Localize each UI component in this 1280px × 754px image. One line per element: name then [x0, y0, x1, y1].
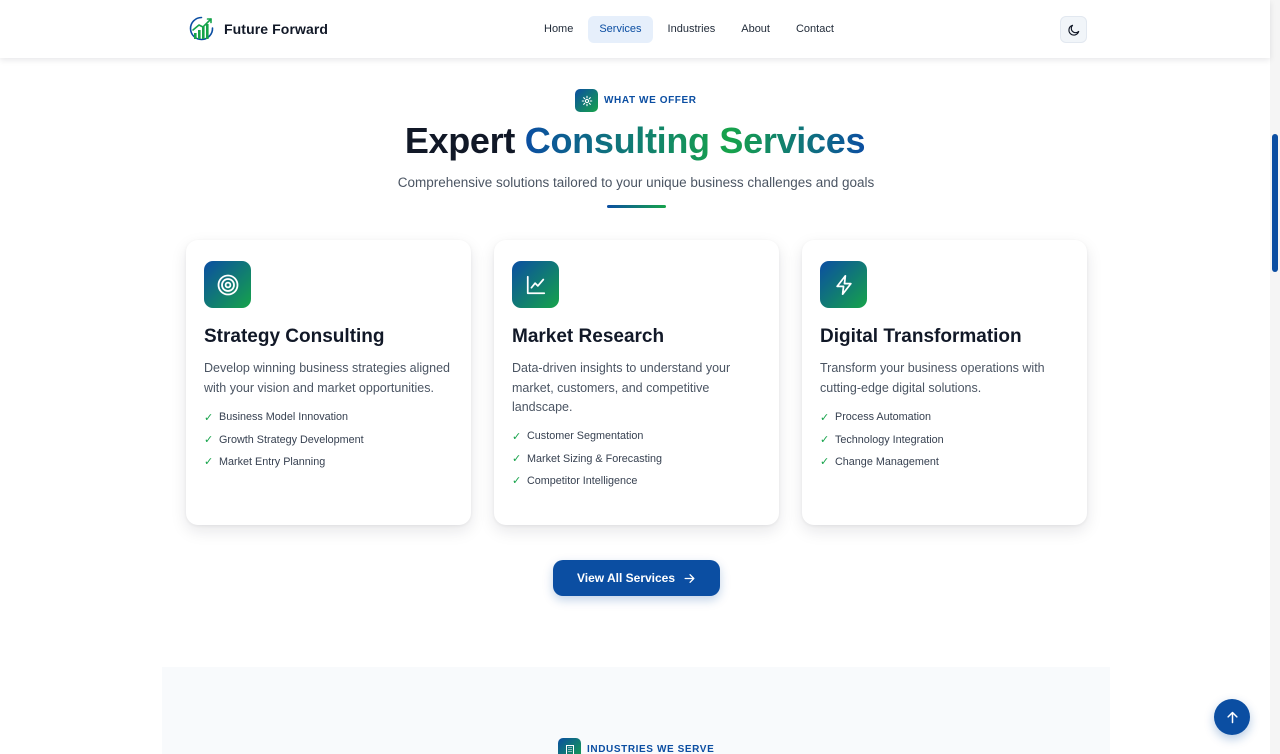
list-item: ✓ Growth Strategy Development	[204, 428, 364, 450]
list-item: ✓ Customer Segmentation	[512, 425, 662, 447]
main-nav: Home Services Industries About Contact	[533, 16, 845, 43]
feature-label: Growth Strategy Development	[219, 433, 364, 446]
list-item: ✓ Technology Integration	[820, 428, 944, 450]
check-icon: ✓	[820, 434, 830, 447]
check-icon: ✓	[820, 456, 830, 469]
scrollbar-thumb[interactable]	[1272, 134, 1278, 272]
lightning-icon	[820, 261, 867, 308]
card-description: Data-driven insights to understand your …	[512, 361, 731, 414]
service-card-digital-transformation[interactable]: Digital Transformation Transform your bu…	[802, 240, 1087, 525]
check-icon: ✓	[512, 430, 522, 443]
industries-eyebrow: INDUSTRIES WE SERVE	[558, 738, 714, 754]
industries-eyebrow-label: INDUSTRIES WE SERVE	[587, 744, 715, 754]
moon-icon	[1067, 24, 1079, 36]
feature-label: Customer Segmentation	[527, 430, 644, 443]
nav-item-services[interactable]: Services	[588, 16, 653, 43]
feature-label: Change Management	[835, 455, 939, 468]
brand-name: Future Forward	[224, 20, 329, 37]
feature-label: Technology Integration	[835, 433, 944, 446]
list-item: ✓ Process Automation	[820, 406, 944, 428]
page-title: Expert Consulting Services	[0, 120, 1270, 162]
scrollbar-track[interactable]	[1270, 0, 1280, 754]
gear-icon	[575, 89, 598, 112]
list-item: ✓ Change Management	[820, 451, 944, 473]
check-icon: ✓	[512, 475, 522, 488]
check-icon: ✓	[204, 411, 214, 424]
nav-item-home[interactable]: Home	[533, 16, 584, 43]
nav-item-about[interactable]: About	[730, 16, 781, 43]
card-title: Strategy Consulting	[204, 326, 385, 347]
nav-item-industries[interactable]: Industries	[657, 16, 727, 43]
feature-label: Process Automation	[835, 411, 932, 424]
back-to-top-button[interactable]	[1214, 699, 1250, 735]
section-eyebrow: WHAT WE OFFER	[575, 89, 697, 112]
list-item: ✓ Competitor Intelligence	[512, 470, 662, 492]
view-all-services-button[interactable]: View All Services	[553, 560, 720, 596]
title-divider	[607, 205, 666, 208]
line-chart-icon	[512, 261, 559, 308]
feature-list: ✓ Process Automation ✓ Technology Integrat…	[820, 406, 944, 473]
check-icon: ✓	[204, 456, 214, 469]
feature-label: Market Sizing & Forecasting	[527, 452, 663, 465]
arrow-up-icon	[1226, 711, 1238, 723]
card-title: Digital Transformation	[820, 326, 1022, 347]
check-icon: ✓	[820, 411, 830, 424]
list-item: ✓ Market Sizing & Forecasting	[512, 447, 662, 469]
feature-list: ✓ Business Model Innovation ✓ Growth Strat…	[204, 406, 364, 473]
title-part-gradient: Consulting Services	[524, 120, 866, 161]
card-description: Transform your business operations with …	[820, 361, 1045, 395]
feature-list: ✓ Customer Segmentation ✓ Market Sizing & …	[512, 425, 662, 492]
cta-label: View All Services	[576, 571, 676, 585]
theme-toggle-button[interactable]	[1060, 16, 1087, 43]
card-title: Market Research	[512, 326, 665, 347]
list-item: ✓ Market Entry Planning	[204, 451, 364, 473]
nav-item-contact[interactable]: Contact	[785, 16, 845, 43]
eyebrow-label: WHAT WE OFFER	[604, 95, 697, 106]
section-subtitle: Comprehensive solutions tailored to your…	[397, 175, 875, 190]
brand-logo[interactable]: Future Forward	[188, 14, 328, 43]
service-card-strategy[interactable]: Strategy Consulting Develop winning busi…	[186, 240, 471, 525]
check-icon: ✓	[204, 434, 214, 447]
growth-chart-icon	[189, 16, 214, 41]
service-card-market-research[interactable]: Market Research Data-driven insights to …	[494, 240, 779, 525]
site-header: Future Forward Home Services Industries …	[0, 0, 1270, 58]
arrow-right-icon	[684, 573, 695, 583]
target-icon	[204, 261, 251, 308]
feature-label: Business Model Innovation	[219, 411, 349, 424]
feature-label: Competitor Intelligence	[527, 474, 638, 487]
title-part-plain: Expert	[404, 120, 516, 161]
card-description: Develop winning business strategies alig…	[204, 361, 450, 395]
check-icon: ✓	[512, 453, 522, 466]
list-item: ✓ Business Model Innovation	[204, 406, 364, 428]
feature-label: Market Entry Planning	[219, 455, 326, 468]
building-icon	[558, 738, 581, 754]
